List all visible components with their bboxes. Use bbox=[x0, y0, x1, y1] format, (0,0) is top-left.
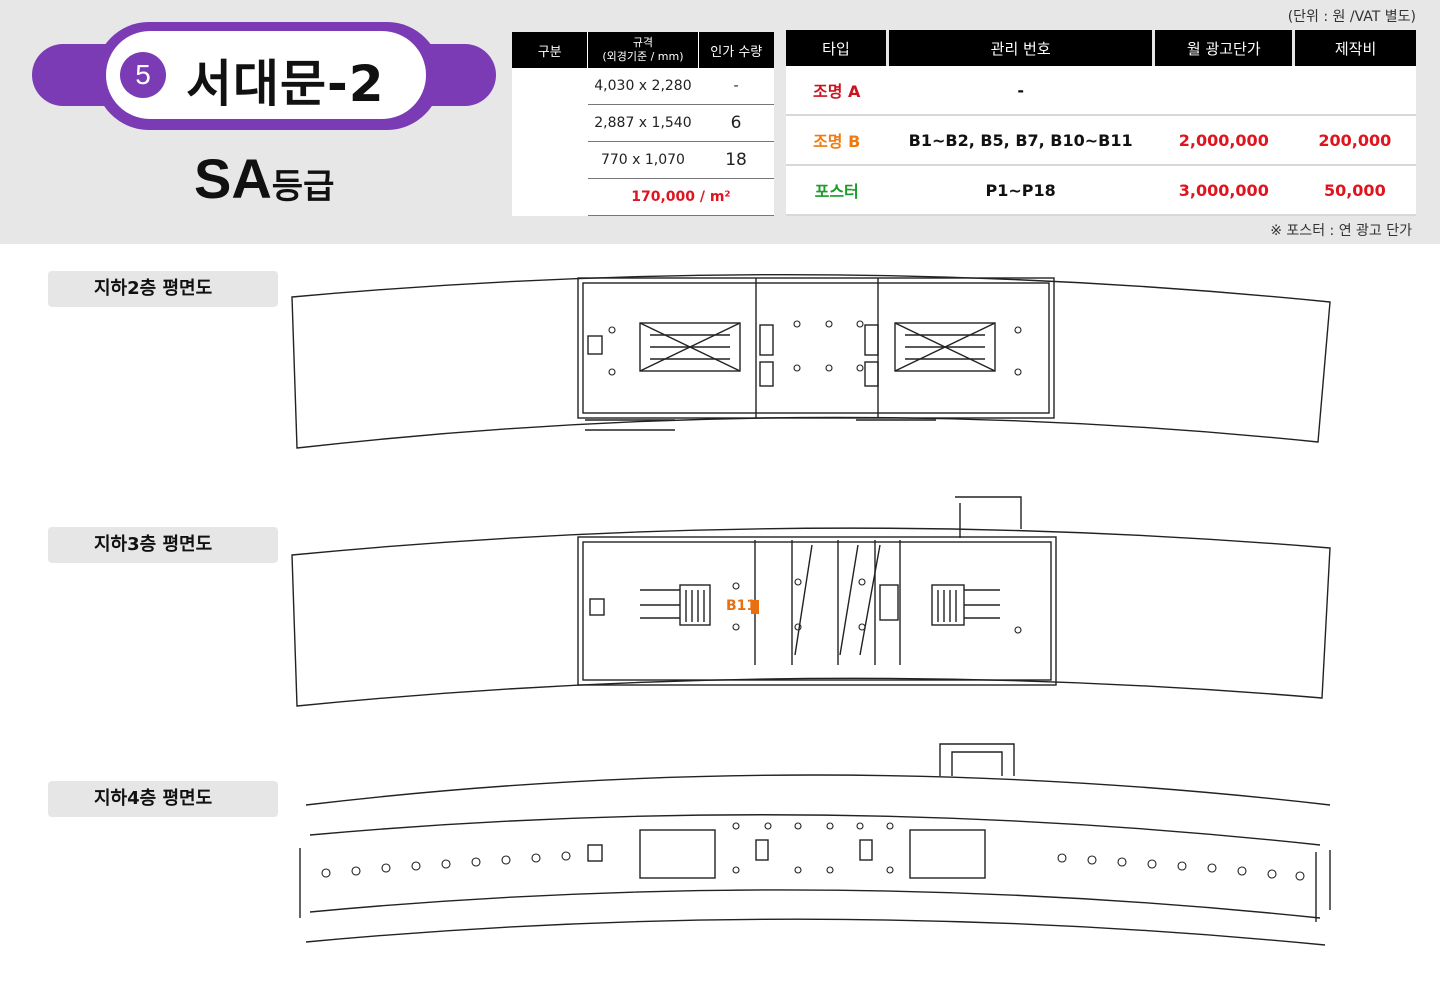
floor-plan-b4 bbox=[299, 743, 1331, 946]
floor-plan-b3 bbox=[291, 496, 1331, 707]
b11-label: B11 bbox=[726, 598, 757, 614]
floor-plan-b2 bbox=[291, 273, 1331, 449]
floor-plans bbox=[291, 273, 1331, 946]
